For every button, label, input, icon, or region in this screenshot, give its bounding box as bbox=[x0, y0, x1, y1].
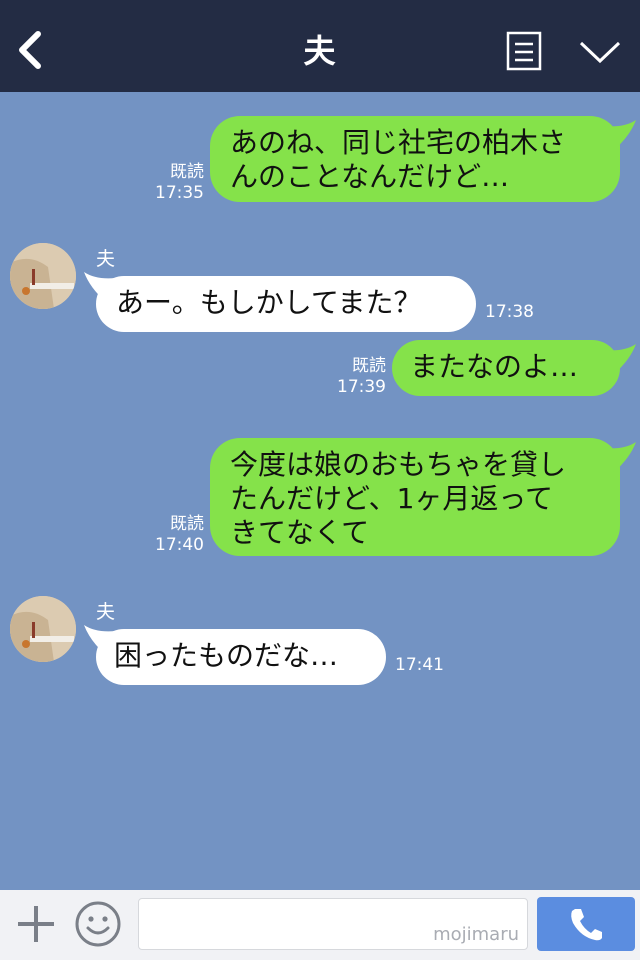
message-meta: 既読 17:35 bbox=[150, 162, 204, 204]
message-time: 17:38 bbox=[485, 302, 534, 322]
watermark-text: mojimaru bbox=[433, 924, 519, 945]
read-receipt: 既読 bbox=[170, 162, 204, 182]
sender-name: 夫 bbox=[96, 248, 116, 270]
chat-title: 夫 bbox=[303, 32, 337, 70]
chat-header: 夫 bbox=[0, 0, 640, 92]
message-bubble-outgoing[interactable]: あのね、同じ社宅の柏木さ んのことなんだけど… bbox=[210, 116, 620, 202]
bubble-tail bbox=[604, 442, 636, 472]
message-time: 17:41 bbox=[395, 655, 444, 675]
memo-icon[interactable] bbox=[506, 31, 542, 71]
avatar[interactable] bbox=[10, 596, 76, 662]
message-input[interactable]: mojimaru bbox=[138, 898, 528, 950]
avatar[interactable] bbox=[10, 243, 76, 309]
bubble-tail bbox=[604, 120, 636, 150]
phone-icon bbox=[571, 909, 602, 941]
read-receipt: 既読 bbox=[170, 514, 204, 534]
message-meta: 既読 17:39 bbox=[332, 356, 386, 398]
bubble-tail bbox=[604, 344, 636, 374]
sender-name: 夫 bbox=[96, 601, 116, 623]
read-receipt: 既読 bbox=[352, 356, 386, 376]
message-bubble-incoming[interactable]: 困ったものだな… bbox=[96, 629, 386, 685]
smiley-icon[interactable] bbox=[74, 900, 122, 948]
message-time: 17:35 bbox=[155, 183, 204, 203]
chat-area[interactable]: 既読 17:35 あのね、同じ社宅の柏木さ んのことなんだけど… 夫 あー。もし… bbox=[0, 92, 640, 890]
message-bubble-outgoing[interactable]: またなのよ… bbox=[392, 340, 620, 396]
message-time: 17:39 bbox=[337, 377, 386, 397]
message-time: 17:40 bbox=[155, 535, 204, 555]
chevron-down-icon[interactable] bbox=[578, 36, 622, 66]
message-bubble-outgoing[interactable]: 今度は娘のおもちゃを貸し たんだけど、1ヶ月返って きてなくて bbox=[210, 438, 620, 556]
call-button[interactable] bbox=[537, 897, 635, 951]
message-bubble-incoming[interactable]: あー。もしかしてまた？ bbox=[96, 276, 476, 332]
plus-icon[interactable] bbox=[14, 902, 58, 946]
message-meta: 既読 17:40 bbox=[150, 514, 204, 556]
